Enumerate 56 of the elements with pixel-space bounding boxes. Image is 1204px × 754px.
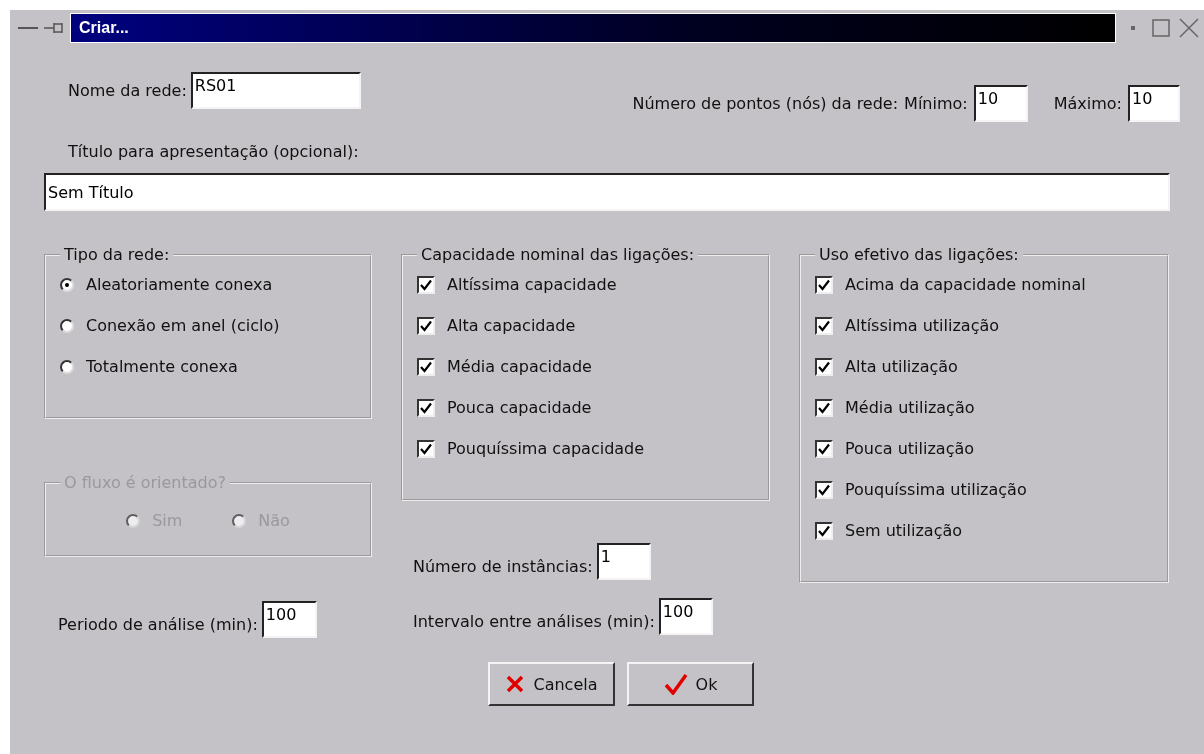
option-label: Conexão em anel (ciclo)	[86, 316, 280, 335]
checkbox[interactable]	[417, 357, 435, 376]
checkbox[interactable]	[815, 398, 833, 417]
group-title: Uso efetivo das ligações:	[818, 245, 1020, 264]
group-title: Tipo da rede:	[63, 245, 171, 264]
checkbox-label: Alta utilização	[845, 357, 958, 376]
radio-button[interactable]	[60, 359, 74, 374]
checkbox-label: Pouquíssima utilização	[845, 480, 1027, 499]
radio-button[interactable]	[60, 318, 74, 333]
checkbox[interactable]	[417, 316, 435, 335]
minimum-field[interactable]: 10	[973, 85, 1028, 122]
checkbox-label: Altíssima utilização	[845, 316, 1000, 335]
field-label: Periodo de análise (min):	[58, 615, 258, 634]
checkbox-label: Pouca capacidade	[447, 398, 592, 417]
group-title: Capacidade nominal das ligações:	[420, 245, 696, 264]
network-name-field[interactable]: RS01	[190, 72, 361, 109]
analysis-interval-field[interactable]: 100	[658, 598, 713, 635]
radio-button[interactable]	[60, 277, 74, 292]
checkbox[interactable]	[417, 275, 435, 294]
title-field[interactable]: Sem Título	[44, 173, 1170, 211]
checkbox[interactable]	[815, 357, 833, 376]
field-label: Mínimo:	[904, 94, 968, 113]
cancel-button[interactable]: Cancela	[488, 662, 615, 706]
checkbox-label: Média utilização	[845, 398, 975, 417]
close-button[interactable]	[1178, 17, 1200, 39]
checkbox[interactable]	[417, 398, 435, 417]
pin-icon[interactable]	[44, 22, 64, 34]
checkbox-label: Média capacidade	[447, 357, 592, 376]
ok-button[interactable]: Ok	[627, 662, 754, 706]
checkbox[interactable]	[815, 439, 833, 458]
window-title: Criar...	[79, 19, 129, 37]
field-label: Título para apresentação (opcional):	[68, 142, 360, 161]
checkbox[interactable]	[417, 439, 435, 458]
checkbox-label: Acima da capacidade nominal	[845, 275, 1086, 294]
checkbox[interactable]	[815, 316, 833, 335]
checkbox-label: Pouca utilização	[845, 439, 975, 458]
maximum-field[interactable]: 10	[1128, 85, 1180, 122]
field-label: Máximo:	[1053, 94, 1122, 113]
checkbox-label: Sem utilização	[845, 521, 962, 540]
field-label: Número de pontos (nós) da rede:	[632, 94, 899, 113]
analysis-period-field[interactable]: 100	[261, 601, 317, 638]
minimize-bar-icon[interactable]	[18, 25, 38, 31]
field-label: Nome da rede:	[68, 81, 187, 100]
cross-icon	[505, 674, 526, 694]
checkmark-icon	[663, 673, 688, 695]
field-label: Intervalo entre análises (min):	[413, 612, 655, 631]
checkbox-label: Altíssima capacidade	[447, 275, 617, 294]
checkbox[interactable]	[815, 521, 833, 540]
field-label: Número de instâncias:	[413, 557, 593, 576]
option-label: Aleatoriamente conexa	[86, 275, 273, 294]
checkbox-label: Alta capacidade	[447, 316, 576, 335]
checkbox-label: Pouquíssima capacidade	[447, 439, 645, 458]
checkbox[interactable]	[815, 275, 833, 294]
option-label: Totalmente conexa	[86, 357, 238, 376]
instances-field[interactable]: 1	[596, 543, 651, 580]
checkbox[interactable]	[815, 480, 833, 499]
